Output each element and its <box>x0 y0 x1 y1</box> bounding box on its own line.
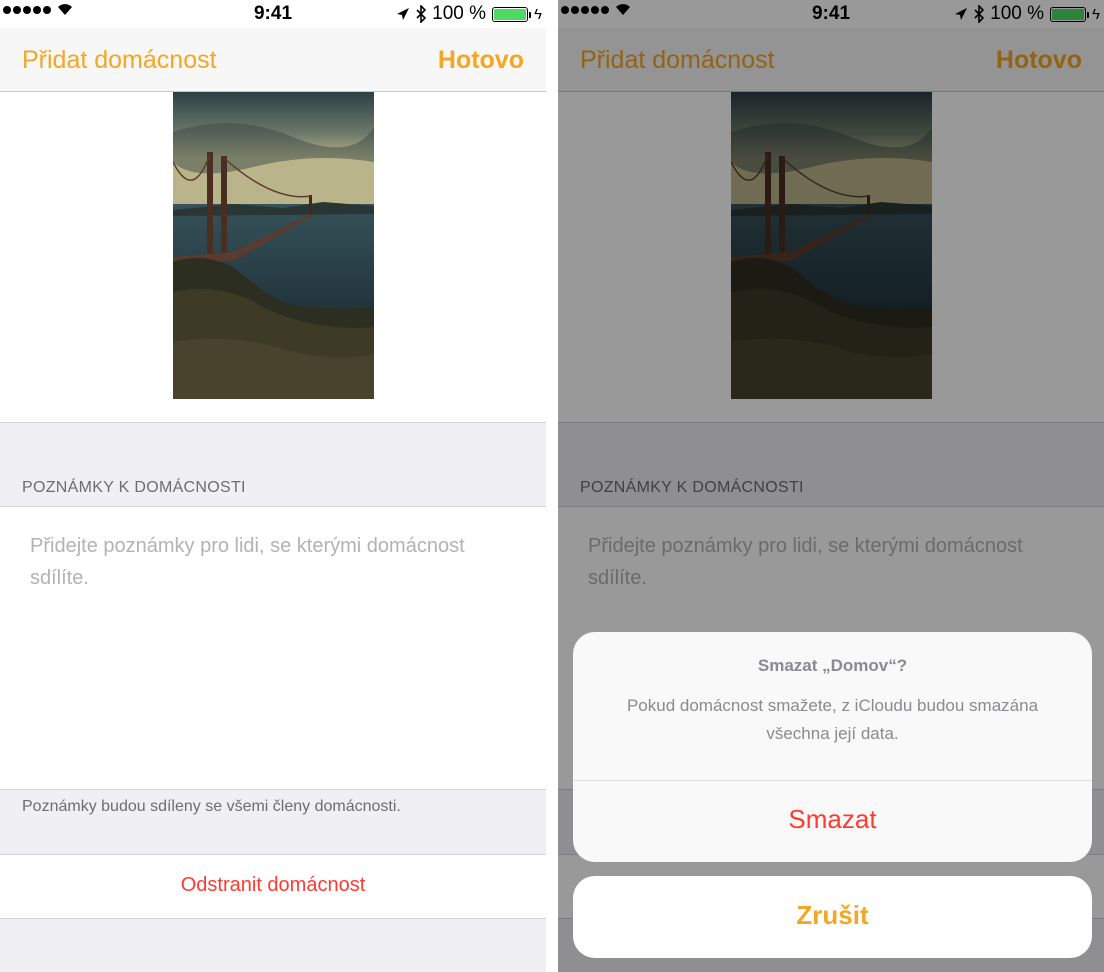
alert-message: Pokud domácnost smažete, z iCloudu budou… <box>626 696 1039 743</box>
status-bar: 9:41 100 % ϟ <box>0 0 546 28</box>
bluetooth-icon <box>416 5 427 23</box>
nav-title: Přidat domácnost <box>22 46 217 74</box>
cancel-sheet: Zrušit <box>573 876 1092 958</box>
cancel-button[interactable]: Zrušit <box>573 900 1092 931</box>
done-button[interactable]: Hotovo <box>438 46 524 75</box>
sheet-divider <box>573 780 1092 781</box>
battery-icon <box>492 6 532 22</box>
home-settings-screen: 9:41 100 % ϟ Přidat domácnost Hotovo POZ… <box>0 0 546 972</box>
alert-title: Smazat „Domov“? <box>757 656 908 675</box>
notes-text-field[interactable]: Přidejte poznámky pro lidi, se kterými d… <box>30 530 520 594</box>
remove-home-button[interactable]: Odstranit domácnost <box>0 874 546 897</box>
confirm-delete-button[interactable]: Smazat <box>573 804 1092 835</box>
separator <box>0 506 546 507</box>
location-arrow-icon <box>397 8 410 20</box>
home-settings-screen-with-alert: 9:41 100 % ϟ Přidat domácnost Hotovo POZ… <box>558 0 1104 972</box>
notes-section-header: POZNÁMKY K DOMÁCNOSTI <box>22 479 246 496</box>
home-wallpaper-image[interactable] <box>173 92 374 399</box>
separator <box>0 854 546 855</box>
delete-confirmation-sheet: Smazat „Domov“? Pokud domácnost smažete,… <box>573 632 1092 862</box>
section-gap <box>0 919 546 972</box>
charging-bolt-icon: ϟ <box>534 5 542 23</box>
notes-footer: Poznámky budou sdíleny se všemi členy do… <box>22 798 401 815</box>
navigation-bar: Přidat domácnost Hotovo <box>0 28 546 92</box>
battery-percent: 100 % <box>432 3 487 24</box>
